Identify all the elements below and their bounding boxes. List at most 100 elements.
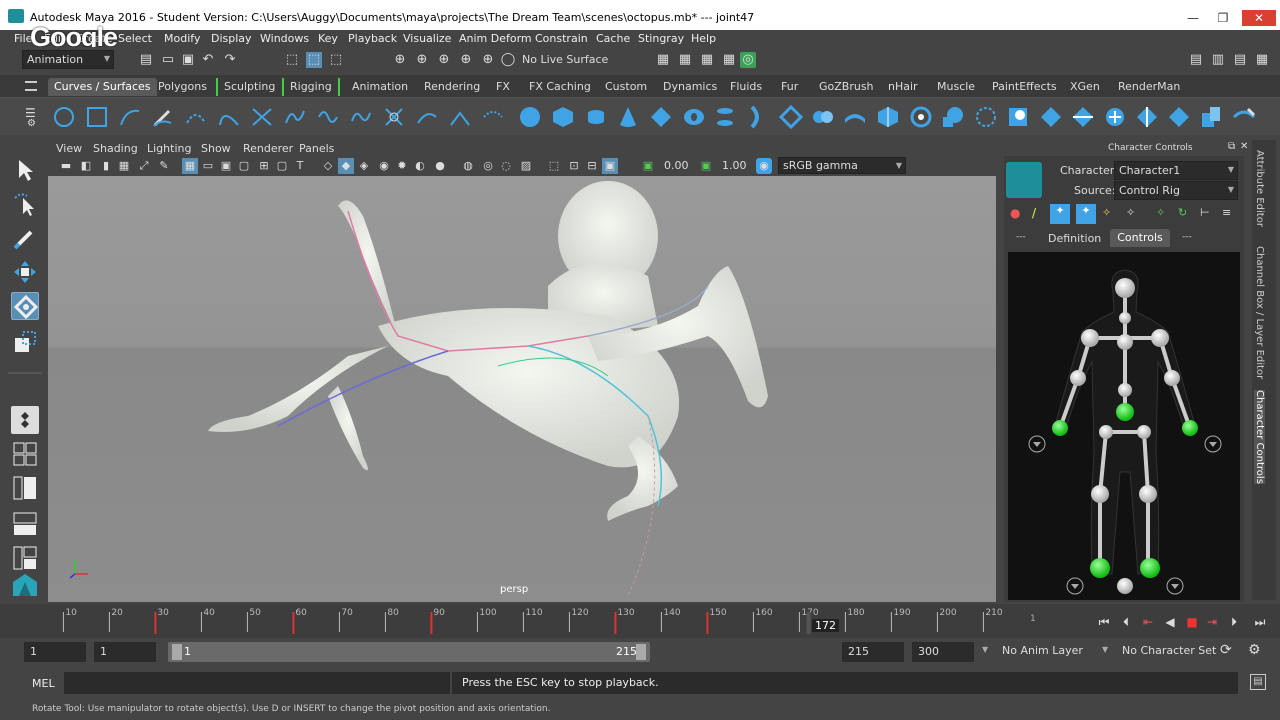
tab-muscle[interactable]: Muscle	[931, 78, 981, 96]
menu-cache[interactable]: Cache	[596, 32, 630, 45]
current-time-marker[interactable]	[806, 612, 811, 634]
wireframe-icon[interactable]: ◇	[320, 158, 336, 174]
lasso-tool-icon[interactable]	[11, 190, 39, 218]
vp-menu-show[interactable]: Show	[201, 142, 231, 155]
full-body-icon[interactable]: ✦	[1050, 204, 1070, 224]
film-gate-icon[interactable]: ▭	[200, 158, 216, 174]
chest-effector[interactable]	[1117, 334, 1133, 350]
tab-nhair[interactable]: nHair	[882, 78, 924, 96]
frame-selection-icon[interactable]: ⊟	[584, 158, 600, 174]
character-figure[interactable]	[1008, 252, 1240, 600]
left-shoulder-effector[interactable]	[1081, 329, 1099, 347]
character-figure-canvas[interactable]	[1008, 252, 1240, 600]
perspective-viewport[interactable]: persp	[48, 176, 996, 602]
snap-point-icon[interactable]: ⊕	[436, 52, 452, 68]
undo-icon[interactable]: ↶	[200, 52, 216, 68]
pencil-curve-icon[interactable]	[151, 105, 175, 129]
maximize-button[interactable]: ❐	[1210, 10, 1236, 26]
range-start-handle[interactable]	[172, 644, 182, 660]
right-knee-effector[interactable]	[1139, 485, 1157, 503]
tab-fur[interactable]: Fur	[775, 78, 804, 96]
gamma-value[interactable]: 1.00	[722, 159, 747, 172]
tab-sculpting[interactable]: Sculpting	[216, 78, 281, 96]
offset-curve-icon[interactable]	[448, 105, 472, 129]
textured-icon[interactable]: ◉	[376, 158, 392, 174]
left-elbow-effector[interactable]	[1070, 370, 1086, 386]
anim-layer-label[interactable]: No Anim Layer	[1002, 644, 1083, 657]
step-back-frame-icon[interactable]: ⇤	[1140, 614, 1156, 630]
tab-gozbrush[interactable]: GoZBrush	[813, 78, 880, 96]
nurbs-cone-icon[interactable]	[616, 105, 640, 129]
detach-curve-icon[interactable]	[316, 105, 340, 129]
go-to-start-icon[interactable]: ⏮	[1096, 614, 1112, 630]
color-space-dropdown[interactable]: sRGB gamma ▼	[778, 157, 906, 174]
right-hand-effector[interactable]	[1182, 420, 1198, 436]
tab-fluids[interactable]: Fluids	[724, 78, 768, 96]
right-hip-effector[interactable]	[1137, 425, 1151, 439]
menu-modify[interactable]: Modify	[164, 32, 200, 45]
extrude-icon[interactable]	[811, 105, 835, 129]
tab-fx-caching[interactable]: FX Caching	[523, 78, 597, 96]
shelf-menu-icon[interactable]	[25, 81, 37, 91]
range-end-handle[interactable]	[636, 644, 646, 660]
loft-icon[interactable]	[746, 105, 770, 129]
character-set-arrow-icon[interactable]: ▼	[1102, 645, 1108, 654]
hypershade-icon[interactable]: ◎	[740, 52, 756, 68]
graph-layout-icon[interactable]	[11, 510, 39, 538]
tab-rigging[interactable]: Rigging	[282, 78, 340, 96]
vp-menu-view[interactable]: View	[56, 142, 82, 155]
exposure-value[interactable]: 0.00	[664, 159, 689, 172]
menu-display[interactable]: Display	[211, 32, 252, 45]
boundary-icon[interactable]	[876, 105, 900, 129]
use-all-lights-icon[interactable]: ✹	[394, 158, 410, 174]
body-part-icon[interactable]: ✦	[1076, 204, 1096, 224]
script-editor-icon[interactable]: ▤	[1250, 674, 1266, 690]
fk-icon[interactable]: ✧	[1126, 206, 1135, 219]
ipr-render-icon[interactable]: ▦	[699, 52, 715, 68]
tab-animation[interactable]: Animation	[346, 78, 414, 96]
outliner-layout-icon[interactable]	[11, 474, 39, 502]
hik-character-icon[interactable]	[11, 572, 39, 600]
four-view-layout-icon[interactable]	[11, 440, 39, 468]
attach-curve-icon[interactable]	[283, 105, 307, 129]
menu-select[interactable]: Select	[118, 32, 152, 45]
hips-effector[interactable]	[1116, 403, 1134, 421]
save-scene-icon[interactable]: ▣	[180, 52, 196, 68]
spine-effector[interactable]	[1118, 383, 1132, 397]
select-camera-icon[interactable]: ▬	[58, 158, 74, 174]
frame-all-icon[interactable]: ⊡	[566, 158, 582, 174]
render-frame-icon[interactable]: ▦	[677, 52, 693, 68]
mirror-icon[interactable]: ⊢	[1200, 206, 1210, 219]
tab-dots-left[interactable]: ---	[1016, 232, 1026, 242]
tab-dots-right[interactable]: ---	[1182, 232, 1192, 242]
rebuild-surface-icon[interactable]	[1232, 105, 1256, 129]
floor-effector[interactable]	[1117, 578, 1133, 594]
menu-playback[interactable]: Playback	[348, 32, 397, 45]
animation-preferences-icon[interactable]: ⚙	[1248, 642, 1261, 658]
neck-effector[interactable]	[1119, 312, 1131, 324]
menu-visualize[interactable]: Visualize	[403, 32, 451, 45]
left-knee-effector[interactable]	[1091, 485, 1109, 503]
xray-icon[interactable]: ◍	[460, 158, 476, 174]
tab-painteffects[interactable]: PaintEffects	[986, 78, 1063, 96]
image-plane-icon[interactable]: ▦	[116, 158, 132, 174]
xray-joints-icon[interactable]: ◌	[498, 158, 514, 174]
left-foot-effector[interactable]	[1090, 558, 1110, 578]
2d-pan-zoom-icon[interactable]: ⤢	[136, 158, 152, 174]
attribute-editor-tab[interactable]: Attribute Editor	[1254, 150, 1265, 227]
playback-start-field[interactable]: 1	[94, 642, 156, 662]
ik-icon[interactable]: ✧	[1156, 206, 1165, 219]
keyframe-marker[interactable]	[292, 612, 295, 634]
tab-dynamics[interactable]: Dynamics	[657, 78, 723, 96]
stop-playback-icon[interactable]: ■	[1184, 614, 1200, 630]
grease-pencil-icon[interactable]: ✎	[156, 158, 172, 174]
nurbs-torus-icon[interactable]	[682, 105, 706, 129]
right-shoulder-effector[interactable]	[1151, 329, 1169, 347]
go-to-end-icon[interactable]: ⏭	[1252, 614, 1268, 630]
select-object-icon[interactable]: ⬚	[306, 52, 322, 68]
character-dropdown[interactable]: Character1 ▼	[1114, 161, 1238, 180]
pin-icon[interactable]: ●	[1010, 206, 1020, 220]
selection-icon[interactable]: ✧	[1102, 206, 1111, 219]
bookmark-icon[interactable]: ▮	[98, 158, 114, 174]
menu-stingray[interactable]: Stingray	[638, 32, 684, 45]
